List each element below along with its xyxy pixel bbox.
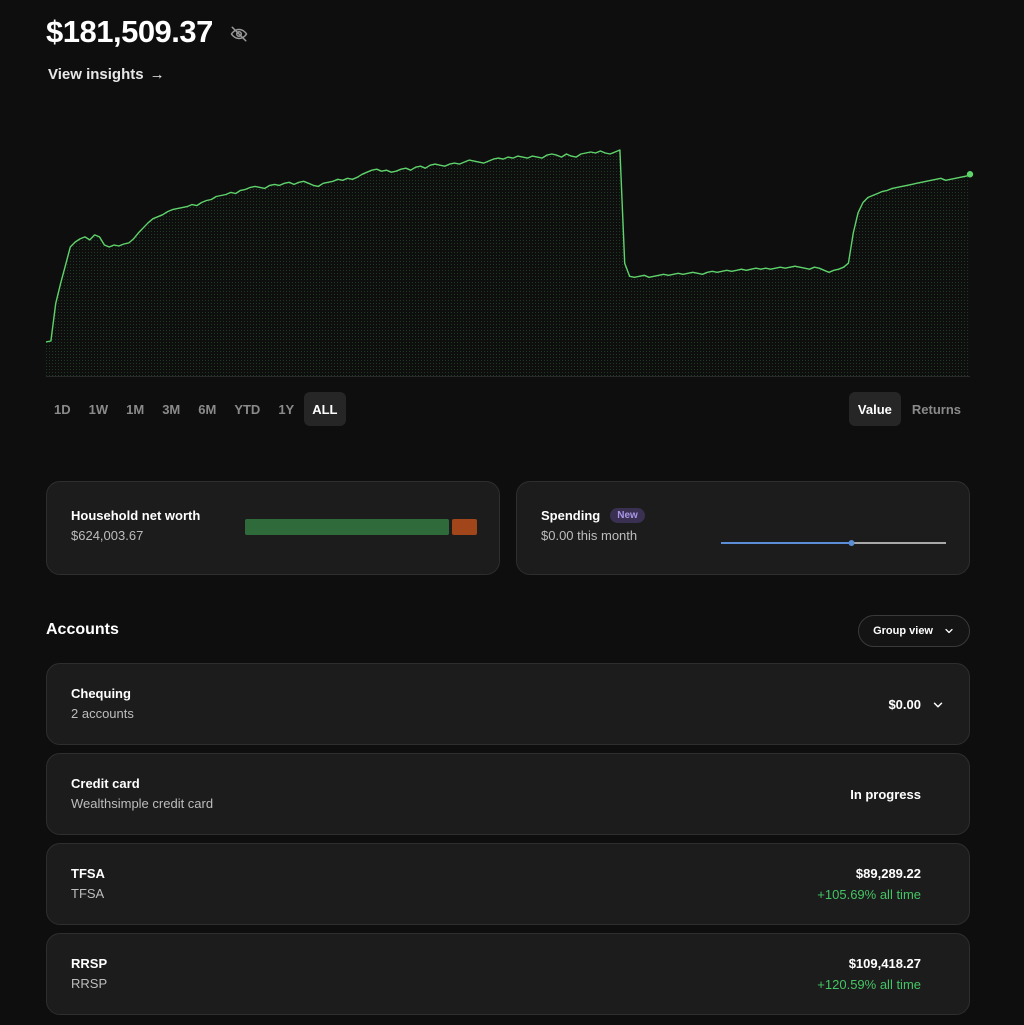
spending-card[interactable]: Spending New $0.00 this month bbox=[516, 481, 970, 575]
account-row-chequing[interactable]: Chequing 2 accounts $0.00 bbox=[46, 663, 970, 745]
range-ytd[interactable]: YTD bbox=[226, 392, 268, 426]
accounts-heading: Accounts bbox=[46, 621, 119, 638]
account-name: Credit card bbox=[71, 776, 140, 791]
account-subtitle: TFSA bbox=[71, 886, 105, 901]
range-all[interactable]: ALL bbox=[304, 392, 346, 426]
balance-row: $181,509.37 bbox=[46, 14, 251, 50]
net-worth-bar-assets bbox=[245, 519, 449, 535]
range-1w[interactable]: 1W bbox=[81, 392, 117, 426]
range-6m[interactable]: 6M bbox=[190, 392, 224, 426]
account-amount: $89,289.22 bbox=[855, 866, 921, 881]
portfolio-chart-svg bbox=[46, 149, 974, 378]
account-name: RRSP bbox=[71, 956, 108, 971]
account-row-rrsp[interactable]: RRSP RRSP $109,418.27 +120.59% all time bbox=[46, 933, 970, 1015]
account-amount: $109,418.27 bbox=[848, 956, 921, 971]
time-range-selector: 1D 1W 1M 3M 6M YTD 1Y ALL bbox=[46, 392, 346, 426]
account-name: Chequing bbox=[71, 686, 131, 701]
chart-baseline bbox=[46, 376, 970, 377]
portfolio-chart[interactable] bbox=[46, 120, 976, 378]
view-insights-label: View insights bbox=[48, 66, 144, 83]
view-insights-link[interactable]: View insights → bbox=[48, 66, 165, 83]
household-net-worth-card[interactable]: Household net worth $624,003.67 bbox=[46, 481, 500, 575]
account-row-credit-card[interactable]: Credit card Wealthsimple credit card In pr… bbox=[46, 753, 970, 835]
range-1m[interactable]: 1M bbox=[118, 392, 152, 426]
new-badge: New bbox=[610, 508, 645, 523]
spending-marker bbox=[848, 540, 855, 546]
account-row-tfsa[interactable]: TFSA TFSA $89,289.22 +105.69% all time bbox=[46, 843, 970, 925]
account-subtitle: 2 accounts bbox=[71, 706, 134, 721]
returns-mode-button[interactable]: Returns bbox=[903, 392, 970, 426]
chart-area-fill bbox=[46, 150, 970, 378]
account-subtitle: RRSP bbox=[71, 976, 108, 991]
account-gain: +120.59% all time bbox=[817, 977, 921, 992]
chart-current-point bbox=[966, 171, 974, 178]
account-subtitle: Wealthsimple credit card bbox=[71, 796, 214, 811]
range-1y[interactable]: 1Y bbox=[270, 392, 302, 426]
total-balance: $181,509.37 bbox=[46, 14, 213, 49]
net-worth-bar bbox=[245, 519, 477, 535]
chart-mode-toggle: Value Returns bbox=[848, 392, 970, 426]
group-view-label: Group view bbox=[873, 625, 933, 637]
account-amount: In progress bbox=[850, 787, 921, 802]
spending-title: Spending bbox=[541, 508, 601, 523]
chevron-down-icon[interactable] bbox=[931, 698, 945, 712]
account-amount: $0.00 bbox=[888, 697, 921, 712]
range-1d[interactable]: 1D bbox=[46, 392, 79, 426]
hide-balance-icon[interactable] bbox=[227, 22, 251, 46]
account-name: TFSA bbox=[71, 866, 105, 881]
account-gain: +105.69% all time bbox=[817, 887, 921, 902]
chevron-down-icon bbox=[945, 628, 953, 634]
range-3m[interactable]: 3M bbox=[154, 392, 188, 426]
value-mode-button[interactable]: Value bbox=[848, 392, 901, 426]
net-worth-bar-liabilities bbox=[452, 519, 477, 535]
arrow-right-icon: → bbox=[149, 66, 165, 83]
spending-progress-line bbox=[721, 540, 946, 546]
group-view-button[interactable]: Group view bbox=[858, 615, 970, 647]
